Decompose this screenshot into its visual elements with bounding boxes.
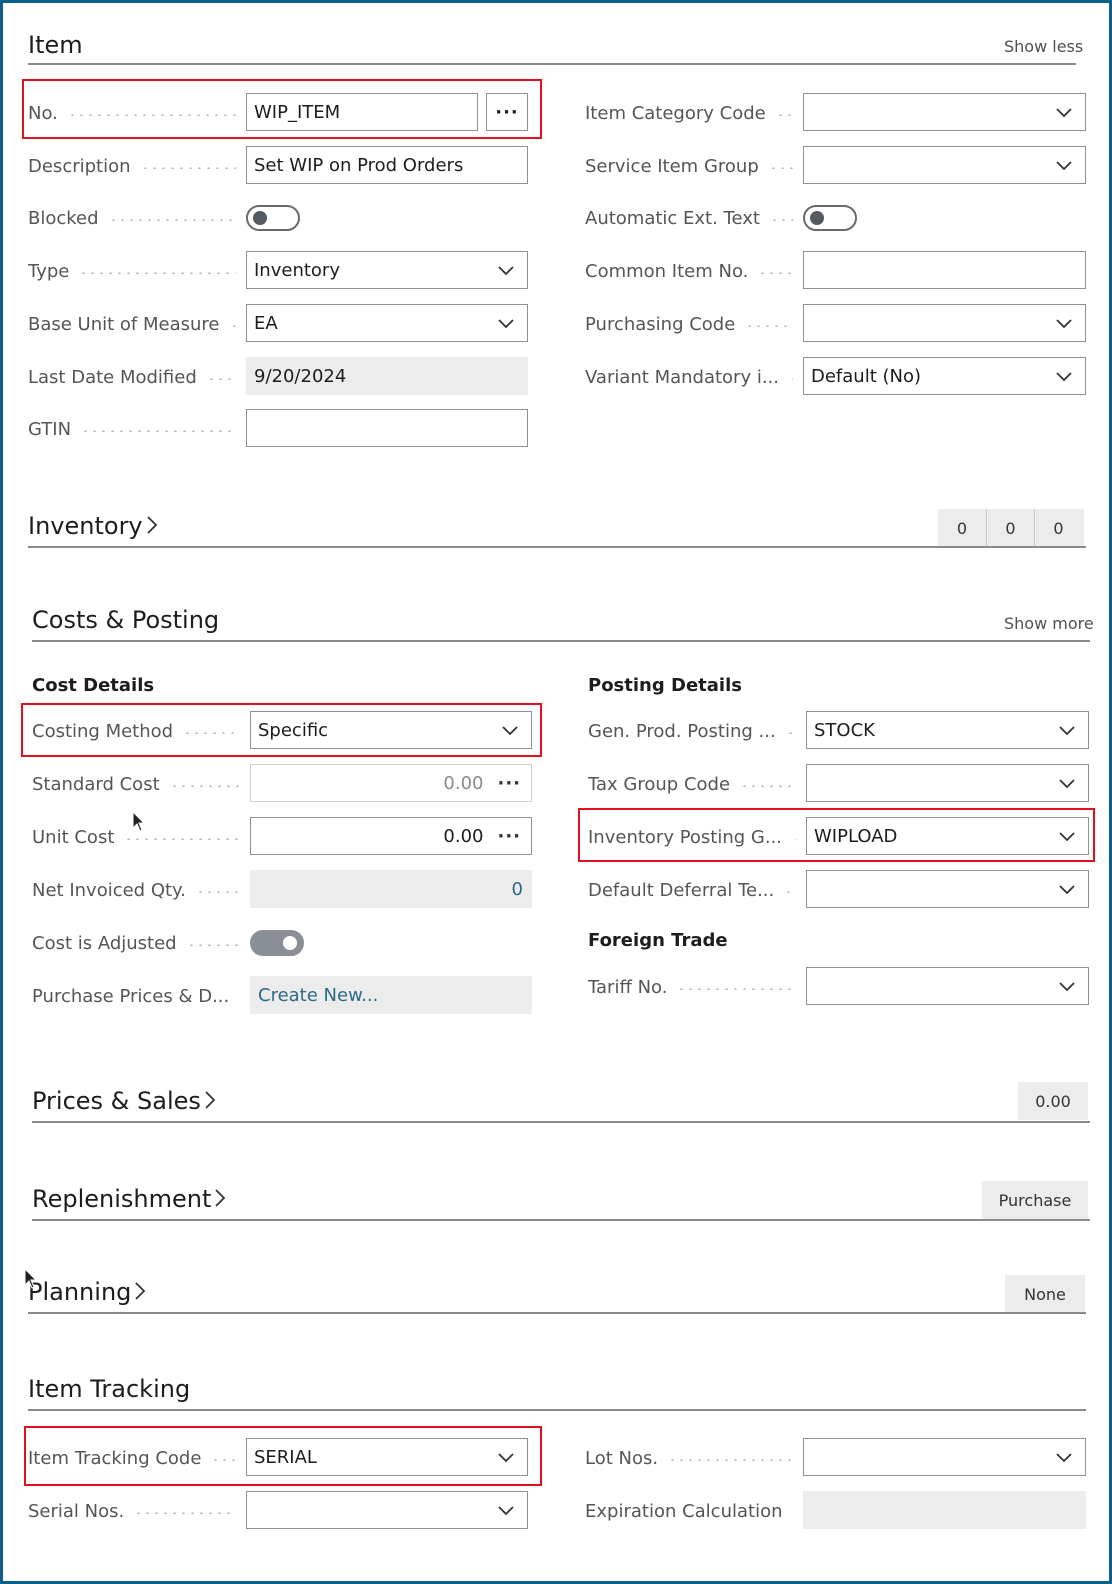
section-divider [28, 546, 1086, 548]
tax-group-select[interactable] [806, 764, 1089, 802]
blocked-label: Blocked [28, 198, 244, 238]
chevron-down-icon [1056, 108, 1072, 118]
lot-nos-label: Lot Nos. [585, 1438, 801, 1478]
replenishment-cue[interactable]: Purchase [982, 1181, 1088, 1219]
last-modified-value: 9/20/2024 [246, 357, 528, 395]
purchasing-code-select[interactable] [803, 304, 1086, 342]
deferral-template-select[interactable] [806, 870, 1089, 908]
section-title-prices-sales[interactable]: Prices & Sales [32, 1086, 217, 1116]
section-divider [28, 1312, 1086, 1314]
tax-group-label: Tax Group Code [588, 764, 804, 804]
standard-cost-label: Standard Cost [32, 764, 248, 804]
chevron-down-icon [1059, 726, 1075, 736]
base-uom-select[interactable]: EA [246, 304, 528, 342]
section-divider [32, 640, 1090, 642]
section-title-costs-posting[interactable]: Costs & Posting [32, 605, 219, 635]
deferral-template-label: Default Deferral Te... [588, 870, 804, 910]
chevron-down-icon [1059, 885, 1075, 895]
unit-cost-input[interactable]: 0.00 ··· [250, 817, 532, 855]
blocked-toggle[interactable] [246, 205, 300, 231]
section-divider [28, 63, 1076, 65]
description-input[interactable]: Set WIP on Prod Orders [246, 146, 528, 184]
tariff-no-select[interactable] [806, 967, 1089, 1005]
lot-nos-select[interactable] [803, 1438, 1086, 1476]
serial-nos-select[interactable] [246, 1491, 528, 1529]
highlight-costing-method [21, 703, 542, 757]
chevron-down-icon [1059, 982, 1075, 992]
last-modified-label: Last Date Modified [28, 357, 244, 397]
inventory-cues[interactable]: 0 0 0 [938, 509, 1084, 547]
chevron-down-icon [1056, 1453, 1072, 1463]
serial-nos-label: Serial Nos. [28, 1491, 244, 1531]
highlight-no [22, 79, 542, 139]
net-invoiced-value[interactable]: 0 [250, 870, 532, 908]
foreign-trade-heading: Foreign Trade [588, 930, 728, 951]
gtin-label: GTIN [28, 409, 244, 449]
section-title-inventory[interactable]: Inventory [28, 511, 159, 541]
prices-sales-cue[interactable]: 0.00 [1018, 1082, 1088, 1120]
cost-adjusted-label: Cost is Adjusted [32, 923, 248, 963]
planning-cue[interactable]: None [1005, 1275, 1085, 1313]
variant-mandatory-label: Variant Mandatory i... [585, 357, 801, 397]
auto-ext-text-toggle[interactable] [803, 205, 857, 231]
highlight-inventory-posting-group [578, 808, 1095, 862]
posting-details-heading: Posting Details [588, 675, 742, 696]
section-divider [28, 1409, 1086, 1411]
chevron-down-icon [498, 266, 514, 276]
purchase-prices-field[interactable]: Create New... [250, 976, 532, 1014]
chevron-down-icon [498, 319, 514, 329]
chevron-right-icon [135, 1282, 146, 1300]
mouse-cursor-icon [132, 811, 146, 832]
net-invoiced-label: Net Invoiced Qty. [32, 870, 248, 910]
show-more-link[interactable]: Show more [1004, 614, 1094, 633]
gen-prod-posting-select[interactable]: STOCK [806, 711, 1089, 749]
create-new-link[interactable]: Create New... [258, 985, 531, 1006]
auto-ext-text-label: Automatic Ext. Text [585, 198, 801, 238]
type-label: Type [28, 251, 244, 291]
inventory-cue[interactable]: 0 [1034, 509, 1082, 547]
chevron-down-icon [1059, 779, 1075, 789]
item-category-label: Item Category Code [585, 93, 801, 133]
item-category-select[interactable] [803, 93, 1086, 131]
chevron-down-icon [1056, 319, 1072, 329]
expiration-calculation-input[interactable] [803, 1491, 1086, 1529]
chevron-down-icon [498, 1506, 514, 1516]
section-title-replenishment[interactable]: Replenishment [32, 1184, 227, 1214]
chevron-down-icon [1056, 372, 1072, 382]
inventory-cue[interactable]: 0 [986, 509, 1034, 547]
service-group-label: Service Item Group [585, 146, 801, 186]
chevron-right-icon [215, 1189, 226, 1207]
chevron-right-icon [147, 516, 157, 534]
gtin-input[interactable] [246, 409, 528, 447]
purchase-prices-label: Purchase Prices & D... [32, 985, 240, 1007]
chevron-right-icon [205, 1091, 216, 1109]
gen-prod-posting-label: Gen. Prod. Posting ... [588, 711, 804, 751]
common-item-input[interactable] [803, 251, 1086, 289]
variant-mandatory-select[interactable]: Default (No) [803, 357, 1086, 395]
section-title-planning[interactable]: Planning [28, 1277, 147, 1307]
cost-adjusted-toggle [250, 930, 304, 956]
highlight-item-tracking-code [24, 1426, 542, 1486]
expiration-calculation-label: Expiration Calculation [585, 1500, 793, 1522]
base-uom-label: Base Unit of Measure [28, 304, 244, 344]
common-item-label: Common Item No. [585, 251, 801, 291]
standard-cost-input[interactable]: 0.00 ··· [250, 764, 532, 802]
show-less-link[interactable]: Show less [1004, 37, 1083, 56]
tariff-no-label: Tariff No. [588, 967, 804, 1007]
type-select[interactable]: Inventory [246, 251, 528, 289]
section-title-item[interactable]: Item [28, 30, 83, 60]
lookup-icon[interactable]: ··· [497, 773, 521, 794]
mouse-cursor-icon [24, 1268, 38, 1289]
inventory-cue[interactable]: 0 [938, 509, 986, 547]
section-title-item-tracking[interactable]: Item Tracking [28, 1374, 190, 1404]
section-divider [32, 1219, 1090, 1221]
service-group-select[interactable] [803, 146, 1086, 184]
lookup-icon[interactable]: ··· [497, 826, 521, 847]
description-label: Description [28, 146, 244, 186]
purchasing-code-label: Purchasing Code [585, 304, 801, 344]
chevron-down-icon [1056, 161, 1072, 171]
cost-details-heading: Cost Details [32, 675, 155, 696]
section-divider [32, 1121, 1090, 1123]
